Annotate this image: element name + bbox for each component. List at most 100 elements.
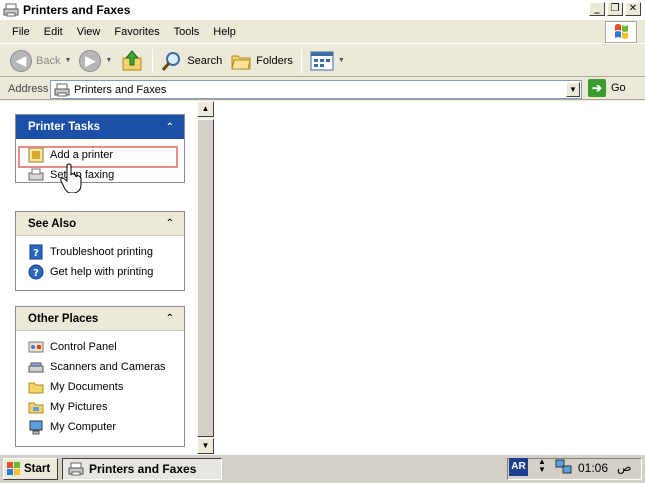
scroll-thumb[interactable] [197,119,214,437]
address-dropdown-icon[interactable]: ▼ [566,82,580,97]
toolbar-separator [152,48,154,73]
address-input[interactable]: Printers and Faxes ▼ [50,80,582,99]
my-pictures-link[interactable]: My Pictures [28,397,184,417]
help-icon: ? [28,264,44,280]
see-also-header[interactable]: See Also ⌃ [16,212,184,236]
tray-expand-icon[interactable]: ▲ ▼ [537,458,547,474]
add-printer-highlight [18,146,178,168]
scroll-up-arrow-icon[interactable]: ▲ [197,101,214,117]
network-icon[interactable] [555,458,573,476]
windows-flag-icon [7,462,20,475]
go-arrow-icon: ➔ [588,79,606,97]
printer-icon [68,462,84,476]
printers-list-area[interactable] [214,101,645,454]
back-dropdown-icon[interactable]: ▼ [64,57,71,64]
troubleshoot-printing-link[interactable]: ? Troubleshoot printing [28,242,184,262]
my-documents-label: My Documents [50,381,124,393]
folder-up-icon [122,49,142,70]
back-arrow-icon: ◀ [10,49,32,72]
fax-icon [28,168,44,181]
views-icon [310,51,334,70]
language-indicator[interactable]: AR [509,458,528,476]
forward-dropdown-icon[interactable]: ▼ [105,57,112,64]
menu-bar: File Edit View Favorites Tools Help [0,20,645,44]
menu-edit[interactable]: Edit [37,26,70,38]
up-button[interactable] [116,48,148,74]
menu-view[interactable]: View [70,26,108,38]
scroll-down-arrow-icon[interactable]: ▼ [197,438,214,454]
collapse-icon[interactable]: ⌃ [166,313,174,324]
help-printing-link[interactable]: ? Get help with printing [28,262,184,282]
setup-faxing-link[interactable]: Set up faxing [28,165,184,185]
menu-help[interactable]: Help [206,26,243,38]
svg-text:?: ? [33,268,39,279]
scanners-cameras-link[interactable]: Scanners and Cameras [28,357,184,377]
troubleshoot-printing-label: Troubleshoot printing [50,246,153,258]
clock: 01:06 [578,461,609,475]
search-icon [162,51,181,71]
close-button[interactable]: ✕ [625,2,641,16]
menu-tools[interactable]: Tools [167,26,207,38]
taskbar: Start Printers and Faxes [0,454,645,483]
minimize-button[interactable]: _ [589,2,605,16]
taskbar-item-printers[interactable]: Printers and Faxes [62,458,222,480]
title-bar: Printers and Faxes _ ❐ ✕ [0,0,645,20]
left-pane-scrollbar[interactable]: ▲ ▼ [197,101,214,454]
help-book-icon: ? [29,244,43,260]
search-label: Search [187,54,223,67]
menu-file[interactable]: File [0,26,37,38]
control-panel-link[interactable]: Control Panel [28,337,184,357]
svg-text:?: ? [33,248,39,259]
scanners-cameras-label: Scanners and Cameras [50,361,166,373]
my-documents-link[interactable]: My Documents [28,377,184,397]
collapse-icon[interactable]: ⌃ [166,122,174,133]
computer-icon [29,420,43,435]
control-panel-label: Control Panel [50,341,117,353]
forward-arrow-icon: ▶ [79,49,102,72]
go-button[interactable]: ➔ Go [588,79,626,97]
control-panel-icon [28,341,44,353]
back-label: Back [36,54,61,67]
hand-cursor-icon [60,163,82,193]
back-button[interactable]: ◀ Back ▼ [6,48,75,74]
other-places-header[interactable]: Other Places ⌃ [16,307,184,331]
windows-logo-icon [605,21,637,43]
views-dropdown-icon[interactable]: ▼ [338,57,345,64]
other-places-title: Other Places [28,312,99,325]
menu-favorites[interactable]: Favorites [107,26,166,38]
my-computer-label: My Computer [50,421,117,433]
my-pictures-label: My Pictures [50,401,108,413]
see-also-panel: See Also ⌃ ? Troubleshoot printing ? Get… [15,211,185,291]
folders-label: Folders [256,54,293,67]
printer-tasks-header[interactable]: Printer Tasks ⌃ [16,115,184,139]
printer-icon [54,83,70,96]
search-button[interactable]: Search [157,48,226,74]
address-value: Printers and Faxes [74,83,167,96]
collapse-icon[interactable]: ⌃ [166,218,174,229]
start-button[interactable]: Start [3,458,58,480]
see-also-title: See Also [28,217,77,230]
help-printing-label: Get help with printing [50,266,154,278]
address-label: Address [8,82,49,95]
folders-button[interactable]: Folders [226,48,297,74]
window-controls: _ ❐ ✕ [589,2,641,16]
toolbar: ◀ Back ▼ ▶ ▼ Search Folders ▼ [0,45,645,77]
views-button[interactable]: ▼ [306,48,349,74]
pictures-folder-icon [28,402,44,414]
scanner-icon [28,362,44,373]
taskbar-item-label: Printers and Faxes [89,462,197,476]
folder-icon [28,382,44,394]
other-places-panel: Other Places ⌃ Control Panel Scanners an… [15,306,185,447]
toolbar-separator [300,48,302,73]
printer-icon [3,3,19,16]
folders-icon [231,55,251,69]
restore-button[interactable]: ❐ [607,2,623,16]
my-computer-link[interactable]: My Computer [28,417,184,437]
start-label: Start [24,463,51,475]
printer-tasks-title: Printer Tasks [28,121,101,133]
window-title: Printers and Faxes [23,2,131,17]
forward-button[interactable]: ▶ ▼ [75,48,116,74]
address-bar: Address Printers and Faxes ▼ ➔ Go [0,78,645,100]
go-label: Go [611,82,626,94]
clock-period: ص [617,460,632,474]
